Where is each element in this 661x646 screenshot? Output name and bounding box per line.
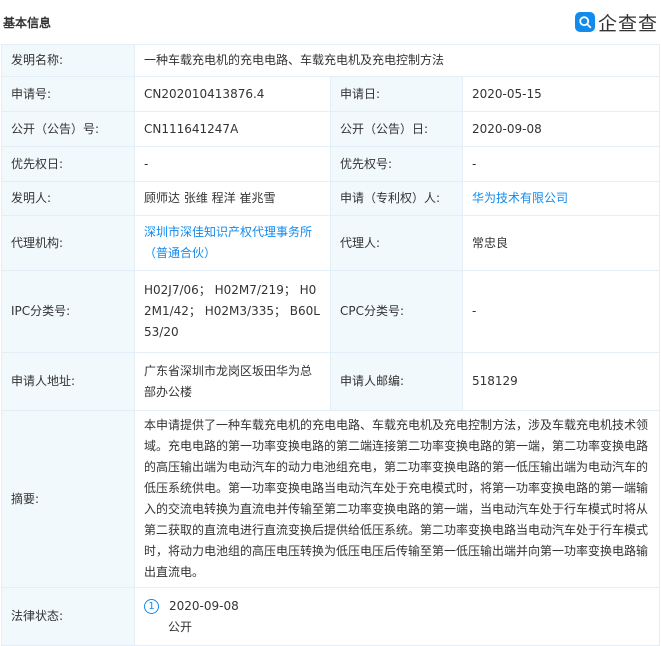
agent-value: 常忠良 — [461, 215, 661, 271]
row-agency: 代理机构: 深圳市深佳知识产权代理事务所（普通合伙） 代理人: 常忠良 — [1, 215, 661, 271]
publication-no-value: CN111641247A — [134, 111, 331, 147]
agency-label: 代理机构: — [1, 215, 135, 271]
priority-date-value: - — [134, 146, 331, 182]
abstract-label: 摘要: — [1, 410, 135, 588]
section-title: 基本信息 — [3, 16, 52, 30]
cpc-value: - — [461, 270, 661, 353]
priority-date-label: 优先权日: — [1, 146, 135, 182]
publication-date-label: 公开（公告）日: — [330, 111, 463, 147]
row-publication: 公开（公告）号: CN111641247A 公开（公告）日: 2020-09-0… — [1, 111, 661, 147]
application-no-value: CN202010413876.4 — [134, 76, 331, 112]
cpc-label: CPC分类号: — [330, 270, 463, 353]
applicant-value: 华为技术有限公司 — [461, 181, 661, 216]
row-address: 申请人地址: 广东省深圳市龙岗区坂田华为总部办公楼 申请人邮编: 518129 — [1, 352, 661, 411]
publication-date-value: 2020-09-08 — [461, 111, 661, 147]
applicant-link[interactable]: 华为技术有限公司 — [472, 191, 568, 205]
row-legal-status: 法律状态: 1 2020-09-08 公开 — [1, 587, 661, 646]
invention-name-value: 一种车载充电机的充电电路、车载充电机及充电控制方法 — [133, 44, 661, 77]
qcc-logo: 企查查 — [574, 9, 658, 35]
abstract-value: 本申请提供了一种车载充电机的充电电路、车载充电机及充电控制方法，涉及车载充电机技… — [133, 410, 661, 588]
row-ipc: IPC分类号: H02J7/06； H02M7/219； H02M1/42； H… — [1, 270, 661, 353]
priority-no-label: 优先权号: — [330, 146, 463, 182]
legal-status-item: 1 2020-09-08 公开 — [144, 596, 650, 638]
application-date-value: 2020-05-15 — [461, 76, 661, 112]
header: 基本信息 企查查 — [0, 0, 661, 44]
legal-status-index: 1 — [144, 598, 159, 614]
legal-status-label: 法律状态: — [1, 587, 135, 646]
qcc-logo-icon — [574, 12, 595, 32]
agency-link[interactable]: 深圳市深佳知识产权代理事务所（普通合伙） — [144, 225, 312, 260]
ipc-label: IPC分类号: — [1, 270, 135, 353]
invention-name-label: 发明名称: — [1, 44, 135, 77]
row-inventor: 发明人: 顾师达 张维 程洋 崔兆雪 申请（专利权）人: 华为技术有限公司 — [1, 181, 661, 216]
applicant-label: 申请（专利权）人: — [330, 181, 463, 216]
basic-info-table: 发明名称: 一种车载充电机的充电电路、车载充电机及充电控制方法 申请号: CN2… — [1, 44, 661, 646]
qcc-logo-text: 企查查 — [597, 12, 658, 35]
agency-value: 深圳市深佳知识产权代理事务所（普通合伙） — [134, 215, 331, 271]
postcode-value: 518129 — [461, 352, 661, 411]
row-abstract: 摘要: 本申请提供了一种车载充电机的充电电路、车载充电机及充电控制方法，涉及车载… — [1, 410, 661, 588]
agent-label: 代理人: — [330, 215, 463, 271]
legal-status-date: 2020-09-08 — [169, 598, 239, 613]
inventors-label: 发明人: — [1, 181, 135, 216]
row-invention-name: 发明名称: 一种车载充电机的充电电路、车载充电机及充电控制方法 — [1, 44, 661, 77]
application-date-label: 申请日: — [330, 76, 463, 112]
inventors-value: 顾师达 张维 程洋 崔兆雪 — [134, 181, 331, 216]
row-priority: 优先权日: - 优先权号: - — [1, 146, 661, 182]
postcode-label: 申请人邮编: — [330, 352, 463, 411]
legal-status-text: 公开 — [168, 619, 193, 634]
publication-no-label: 公开（公告）号: — [1, 111, 135, 147]
priority-no-value: - — [461, 146, 661, 182]
row-application: 申请号: CN202010413876.4 申请日: 2020-05-15 — [1, 76, 661, 112]
application-no-label: 申请号: — [1, 76, 135, 112]
address-label: 申请人地址: — [1, 352, 135, 411]
ipc-value: H02J7/06； H02M7/219； H02M1/42； H02M3/335… — [134, 270, 331, 353]
address-value: 广东省深圳市龙岗区坂田华为总部办公楼 — [134, 352, 331, 411]
legal-status-value: 1 2020-09-08 公开 — [133, 587, 661, 646]
